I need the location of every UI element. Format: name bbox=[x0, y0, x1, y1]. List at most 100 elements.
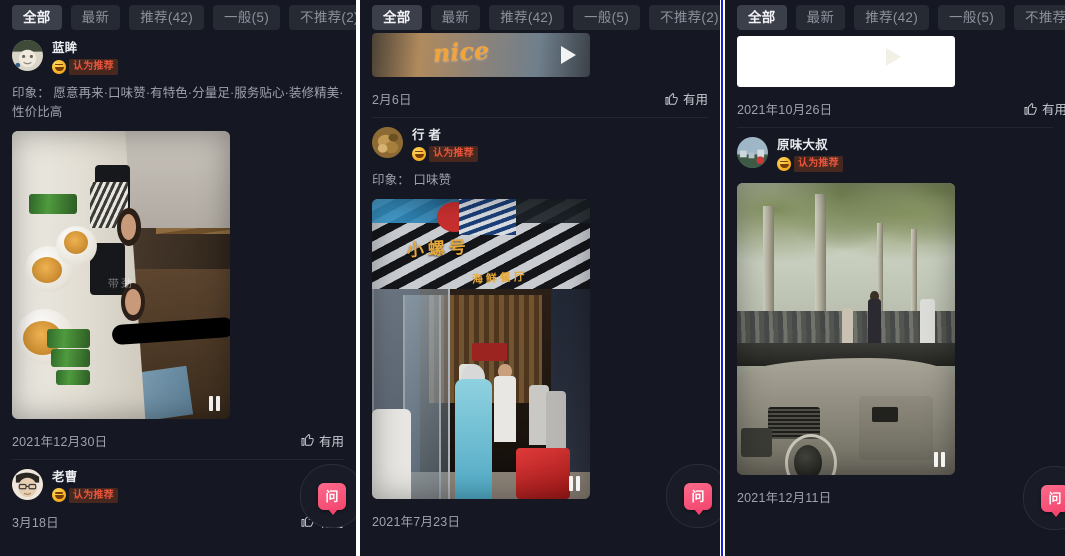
review-user-row[interactable]: 老曹 认为推荐 bbox=[12, 460, 344, 503]
photo-thumbnail-storefront: 小螺号 海鲜餐厅 bbox=[372, 198, 590, 499]
review-list-1[interactable]: 蓝眸 认为推荐 印象： 愿意再来·口味赞·有特色·分量足·服务贴心·装修精美·性… bbox=[0, 31, 356, 556]
smiley-icon bbox=[52, 488, 66, 503]
review-item: 蓝眸 认为推荐 印象： 愿意再来·口味赞·有特色·分量足·服务贴心·装修精美·性… bbox=[0, 31, 356, 459]
rating-badge-row: 认为推荐 bbox=[52, 487, 118, 503]
user-meta: 原味大叔 认为推荐 bbox=[777, 137, 843, 172]
video-thumbnail-street bbox=[737, 182, 955, 475]
review-item: 行 者 认为推荐 印象： 口味赞 小螺号 海鲜餐厅 2021年7月23日 bbox=[360, 118, 720, 539]
tab-all[interactable]: 全部 bbox=[12, 4, 62, 30]
user-name[interactable]: 蓝眸 bbox=[52, 41, 118, 55]
review-footer: 2021年12月30日 有用 bbox=[12, 419, 344, 459]
review-date: 2021年12月30日 bbox=[12, 434, 108, 449]
user-name[interactable]: 行 者 bbox=[412, 128, 478, 142]
tab-all[interactable]: 全部 bbox=[372, 4, 422, 30]
useful-label: 有用 bbox=[682, 93, 708, 107]
avatar[interactable] bbox=[12, 40, 43, 71]
pause-icon[interactable] bbox=[209, 395, 220, 411]
review-media-video[interactable]: 带劲 bbox=[12, 130, 230, 419]
ask-glyph: 问 bbox=[691, 488, 705, 504]
ask-bubble-icon: 问 bbox=[684, 482, 712, 515]
tab-average[interactable]: 一般(5) bbox=[938, 4, 1006, 30]
review-media-video[interactable] bbox=[737, 182, 955, 475]
user-meta: 老曹 认为推荐 bbox=[52, 469, 118, 503]
review-list-2[interactable]: nice 2月6日 有用 行 者 认为推荐 印象： 口味赞 小螺号 海鲜餐厅 2… bbox=[360, 31, 720, 556]
review-date: 3月18日 bbox=[12, 515, 59, 530]
pause-icon[interactable] bbox=[569, 475, 580, 491]
review-media-photo[interactable]: 小螺号 海鲜餐厅 bbox=[372, 198, 590, 499]
review-footer: 2月6日 有用 bbox=[372, 77, 708, 117]
tab-all[interactable]: 全部 bbox=[737, 4, 787, 30]
filter-tab-bar-1[interactable]: 全部 最新 推荐(42) 一般(5) 不推荐(2) bbox=[0, 0, 356, 31]
review-date: 2021年12月11日 bbox=[737, 490, 832, 505]
impression-text: 印象： 口味赞 bbox=[372, 172, 452, 187]
tab-newest[interactable]: 最新 bbox=[430, 4, 481, 30]
ask-bubble-icon: 问 bbox=[1041, 484, 1065, 517]
useful-label: 有用 bbox=[1041, 103, 1065, 117]
smiley-icon bbox=[412, 146, 426, 161]
ask-glyph: 问 bbox=[1048, 490, 1062, 506]
avatar[interactable] bbox=[372, 127, 403, 158]
review-user-row[interactable]: 行 者 认为推荐 bbox=[372, 118, 708, 162]
rating-badge-row: 认为推荐 bbox=[412, 146, 478, 162]
thumbs-up-icon bbox=[301, 433, 315, 447]
avatar[interactable] bbox=[737, 137, 768, 168]
tab-not-recommended[interactable]: 不推荐(2) bbox=[649, 4, 720, 30]
useful-button[interactable]: 有用 bbox=[1024, 99, 1065, 118]
play-icon[interactable] bbox=[561, 46, 576, 64]
video-thumbnail-nice: nice bbox=[372, 33, 590, 77]
impression-text: 印象： 愿意再来·口味赞·有特色·分量足·服务贴心·装修精美·性价比高 bbox=[12, 85, 344, 119]
user-meta: 蓝眸 认为推荐 bbox=[52, 40, 118, 75]
tab-not-recommended[interactable]: 不推荐(2) bbox=[289, 4, 356, 30]
tab-average[interactable]: 一般(5) bbox=[573, 4, 641, 30]
thumbs-up-icon bbox=[1024, 102, 1038, 116]
ask-bubble-icon: 问 bbox=[318, 482, 346, 515]
tab-recommended[interactable]: 推荐(42) bbox=[129, 4, 205, 30]
filter-tab-bar-2[interactable]: 全部 最新 推荐(42) 一般(5) 不推荐(2) bbox=[360, 0, 720, 31]
tab-recommended[interactable]: 推荐(42) bbox=[854, 4, 930, 30]
ask-glyph: 问 bbox=[325, 488, 339, 504]
review-date: 2月6日 bbox=[372, 93, 412, 107]
useful-button[interactable]: 有用 bbox=[665, 89, 708, 108]
review-footer: 2021年7月23日 bbox=[372, 499, 708, 539]
review-media-blank[interactable] bbox=[737, 36, 955, 87]
tab-average[interactable]: 一般(5) bbox=[213, 4, 281, 30]
user-name[interactable]: 老曹 bbox=[52, 470, 118, 484]
review-footer: 2021年12月11日 bbox=[737, 475, 1054, 515]
thumbs-up-icon bbox=[665, 92, 679, 106]
review-date: 2021年10月26日 bbox=[737, 103, 833, 117]
review-panel-1: 全部 最新 推荐(42) 一般(5) 不推荐(2) 蓝眸 认为推荐 印象： 愿意… bbox=[0, 0, 356, 556]
ask-floating-button[interactable]: 问 bbox=[300, 464, 356, 528]
filter-tab-bar-3[interactable]: 全部 最新 推荐(42) 一般(5) 不推荐(2) bbox=[725, 0, 1065, 31]
review-user-row[interactable]: 蓝眸 认为推荐 bbox=[12, 31, 344, 75]
user-name[interactable]: 原味大叔 bbox=[777, 138, 843, 152]
user-meta: 行 者 认为推荐 bbox=[412, 127, 478, 162]
tab-newest[interactable]: 最新 bbox=[70, 4, 121, 30]
three-panel-screenshot: 全部 最新 推荐(42) 一般(5) 不推荐(2) 蓝眸 认为推荐 印象： 愿意… bbox=[0, 0, 1065, 556]
rating-badge-row: 认为推荐 bbox=[52, 59, 118, 75]
play-icon[interactable] bbox=[886, 48, 901, 67]
review-list-3[interactable]: 2021年10月26日 有用 原味大叔 认为推荐 2021年12月11日 bbox=[725, 31, 1065, 556]
avatar[interactable] bbox=[12, 468, 43, 500]
review-panel-3: 全部 最新 推荐(42) 一般(5) 不推荐(2) 2021年10月26日 bbox=[725, 0, 1065, 556]
review-date: 2021年7月23日 bbox=[372, 514, 461, 529]
status-badge: 认为推荐 bbox=[69, 487, 118, 503]
video-caption: nice bbox=[432, 35, 491, 68]
smiley-icon bbox=[52, 59, 66, 74]
tab-recommended[interactable]: 推荐(42) bbox=[489, 4, 565, 30]
review-item: 2021年10月26日 有用 bbox=[725, 36, 1065, 127]
rating-badge-row: 认为推荐 bbox=[777, 156, 843, 172]
useful-label: 有用 bbox=[318, 434, 344, 449]
status-badge: 认为推荐 bbox=[429, 146, 478, 162]
review-media-video[interactable]: nice bbox=[372, 33, 590, 77]
review-item: nice 2月6日 有用 bbox=[360, 33, 720, 117]
status-badge: 认为推荐 bbox=[794, 156, 843, 172]
review-footer: 2021年10月26日 有用 bbox=[737, 87, 1065, 127]
tab-not-recommended[interactable]: 不推荐(2) bbox=[1014, 4, 1065, 30]
review-item: 原味大叔 认为推荐 2021年12月11日 bbox=[725, 128, 1065, 515]
ask-floating-button[interactable]: 问 bbox=[666, 464, 720, 528]
video-thumbnail-dining: 带劲 bbox=[12, 130, 230, 419]
useful-button[interactable]: 有用 bbox=[301, 431, 344, 450]
review-user-row[interactable]: 原味大叔 认为推荐 bbox=[737, 128, 1053, 172]
pause-icon[interactable] bbox=[934, 451, 945, 467]
tab-newest[interactable]: 最新 bbox=[795, 4, 846, 30]
